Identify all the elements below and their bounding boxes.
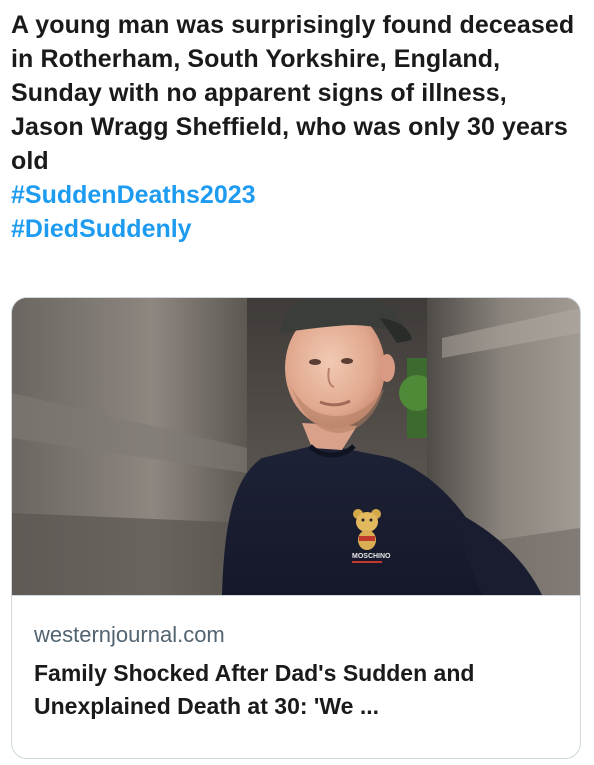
tweet-text: A young man was surprisingly found decea…: [11, 11, 575, 175]
link-preview-card[interactable]: MOSCHINO westernjournal.com Family Shock…: [11, 297, 581, 759]
card-image[interactable]: MOSCHINO: [12, 298, 580, 596]
photo-of-man-in-cap-and-navy-tshirt: MOSCHINO: [12, 298, 580, 595]
hashtag-died-suddenly[interactable]: #DiedSuddenly: [11, 212, 586, 246]
card-title[interactable]: Family Shocked After Dad's Sudden and Un…: [34, 657, 558, 723]
tweet: A young man was surprisingly found decea…: [11, 8, 586, 246]
card-body[interactable]: westernjournal.com Family Shocked After …: [12, 596, 580, 723]
hashtag-sudden-deaths-2023[interactable]: #SuddenDeaths2023: [11, 178, 586, 212]
shirt-logo-text: MOSCHINO: [352, 553, 391, 560]
card-domain: westernjournal.com: [34, 622, 225, 647]
